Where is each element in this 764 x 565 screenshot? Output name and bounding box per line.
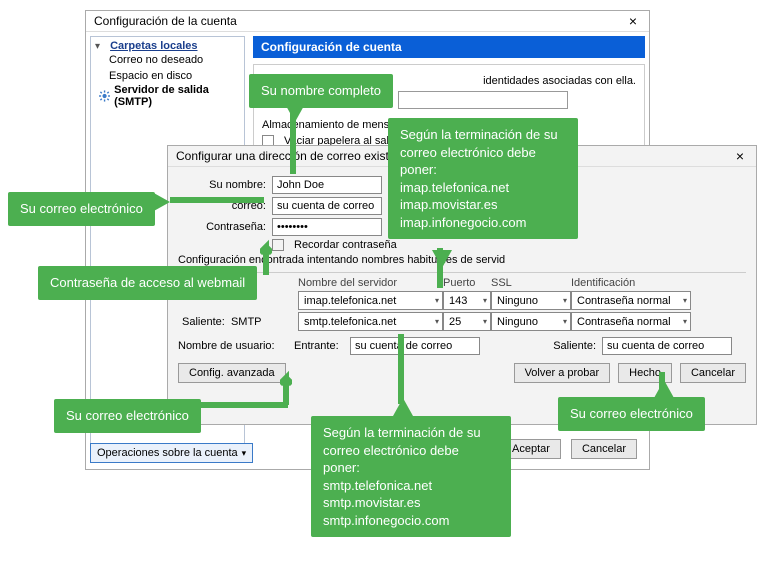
hdr-server: Nombre del servidor [298, 277, 443, 289]
email-label: correo: [178, 200, 266, 212]
front-cancel-button[interactable]: Cancelar [680, 363, 746, 383]
account-operations-button[interactable]: Operaciones sobre la cuenta ▾ [90, 443, 253, 463]
password-input[interactable] [272, 218, 382, 236]
back-title: Configuración de la cuenta [94, 14, 237, 28]
account-config-banner: Configuración de cuenta [253, 36, 645, 58]
arrow-right-icon [152, 192, 170, 212]
tree-item-smtp[interactable]: Servidor de salida (SMTP) [95, 84, 240, 108]
name-input[interactable] [272, 176, 382, 194]
username-out-label: Saliente: [526, 340, 596, 352]
identity-name-input[interactable] [398, 91, 568, 109]
hdr-ssl: SSL [491, 277, 571, 289]
chevron-down-icon: ▾ [483, 317, 487, 326]
remember-password-label: Recordar contraseña [294, 239, 397, 251]
incoming-ssl-select[interactable]: Ninguno▾ [491, 291, 571, 310]
callout-name: Su nombre completo [249, 74, 393, 108]
callout-email-1: Su correo electrónico [8, 192, 155, 226]
callout-email-3: Su correo electrónico [558, 397, 705, 431]
arrow-down-icon [432, 250, 452, 268]
incoming-server-select[interactable]: imap.telefonica.net▾ [298, 291, 443, 310]
callout-smtp: Según la terminación de su correo electr… [311, 416, 511, 537]
tree-item-disk[interactable]: Espacio en disco [95, 68, 240, 84]
tree-root[interactable]: ▾ Carpetas locales [95, 40, 240, 52]
arrow-up-icon [654, 380, 674, 398]
tree-smtp-label: Servidor de salida (SMTP) [114, 84, 240, 108]
chevron-down-icon: ▾ [563, 296, 567, 305]
arrow-down-icon [285, 104, 305, 122]
retry-button[interactable]: Volver a probar [514, 363, 611, 383]
hdr-auth: Identificación [571, 277, 691, 289]
outgoing-label: Saliente: [182, 316, 225, 328]
incoming-port-select[interactable]: 143▾ [443, 291, 491, 310]
incoming-auth-select[interactable]: Contraseña normal▾ [571, 291, 691, 310]
callout-imap: Según la terminación de su correo electr… [388, 118, 578, 239]
config-found-text: Configuración encontrada intentando nomb… [178, 254, 746, 266]
callout-email-2: Su correo electrónico [54, 399, 201, 433]
outgoing-port-select[interactable]: 25▾ [443, 312, 491, 331]
back-titlebar: Configuración de la cuenta × [86, 11, 649, 32]
chevron-down-icon: ▾ [435, 317, 439, 326]
tree-collapse-icon[interactable]: ▾ [95, 41, 105, 52]
username-label: Nombre de usuario: [178, 340, 288, 352]
advanced-config-button[interactable]: Config. avanzada [178, 363, 286, 383]
outgoing-row: Saliente: SMTP smtp.telefonica.net▾ 25▾ … [178, 312, 746, 331]
chevron-down-icon: ▾ [563, 317, 567, 326]
outgoing-server-select[interactable]: smtp.telefonica.net▾ [298, 312, 443, 331]
name-label: Su nombre: [178, 179, 266, 191]
password-label: Contraseña: [178, 221, 266, 233]
remember-password-checkbox[interactable] [272, 239, 284, 251]
gear-icon [99, 90, 110, 102]
outgoing-ssl-select[interactable]: Ninguno▾ [491, 312, 571, 331]
username-in-label: Entrante: [294, 340, 344, 352]
chevron-down-icon: ▾ [683, 317, 687, 326]
outgoing-proto: SMTP [231, 316, 262, 328]
chevron-down-icon: ▾ [242, 448, 247, 459]
identity-tail-text: identidades asociadas con ella. [483, 75, 636, 87]
account-operations-label: Operaciones sobre la cuenta [97, 447, 238, 459]
username-out-input[interactable] [602, 337, 732, 355]
front-title: Configurar una dirección de correo exist… [176, 149, 412, 163]
close-icon[interactable]: × [732, 149, 748, 163]
arrow-up-icon [393, 398, 413, 416]
back-cancel-button[interactable]: Cancelar [571, 439, 637, 459]
chevron-down-icon: ▾ [683, 296, 687, 305]
chevron-down-icon: ▾ [435, 296, 439, 305]
callout-password: Contraseña de acceso al webmail [38, 266, 257, 300]
hdr-port: Puerto [443, 277, 491, 289]
close-icon[interactable]: × [625, 14, 641, 28]
outgoing-auth-select[interactable]: Contraseña normal▾ [571, 312, 691, 331]
chevron-down-icon: ▾ [483, 296, 487, 305]
email-input[interactable] [272, 197, 382, 215]
incoming-row: imap.telefonica.net▾ 143▾ Ninguno▾ Contr… [178, 291, 746, 310]
username-in-input[interactable] [350, 337, 480, 355]
tree-item-junk[interactable]: Correo no deseado [95, 52, 240, 68]
